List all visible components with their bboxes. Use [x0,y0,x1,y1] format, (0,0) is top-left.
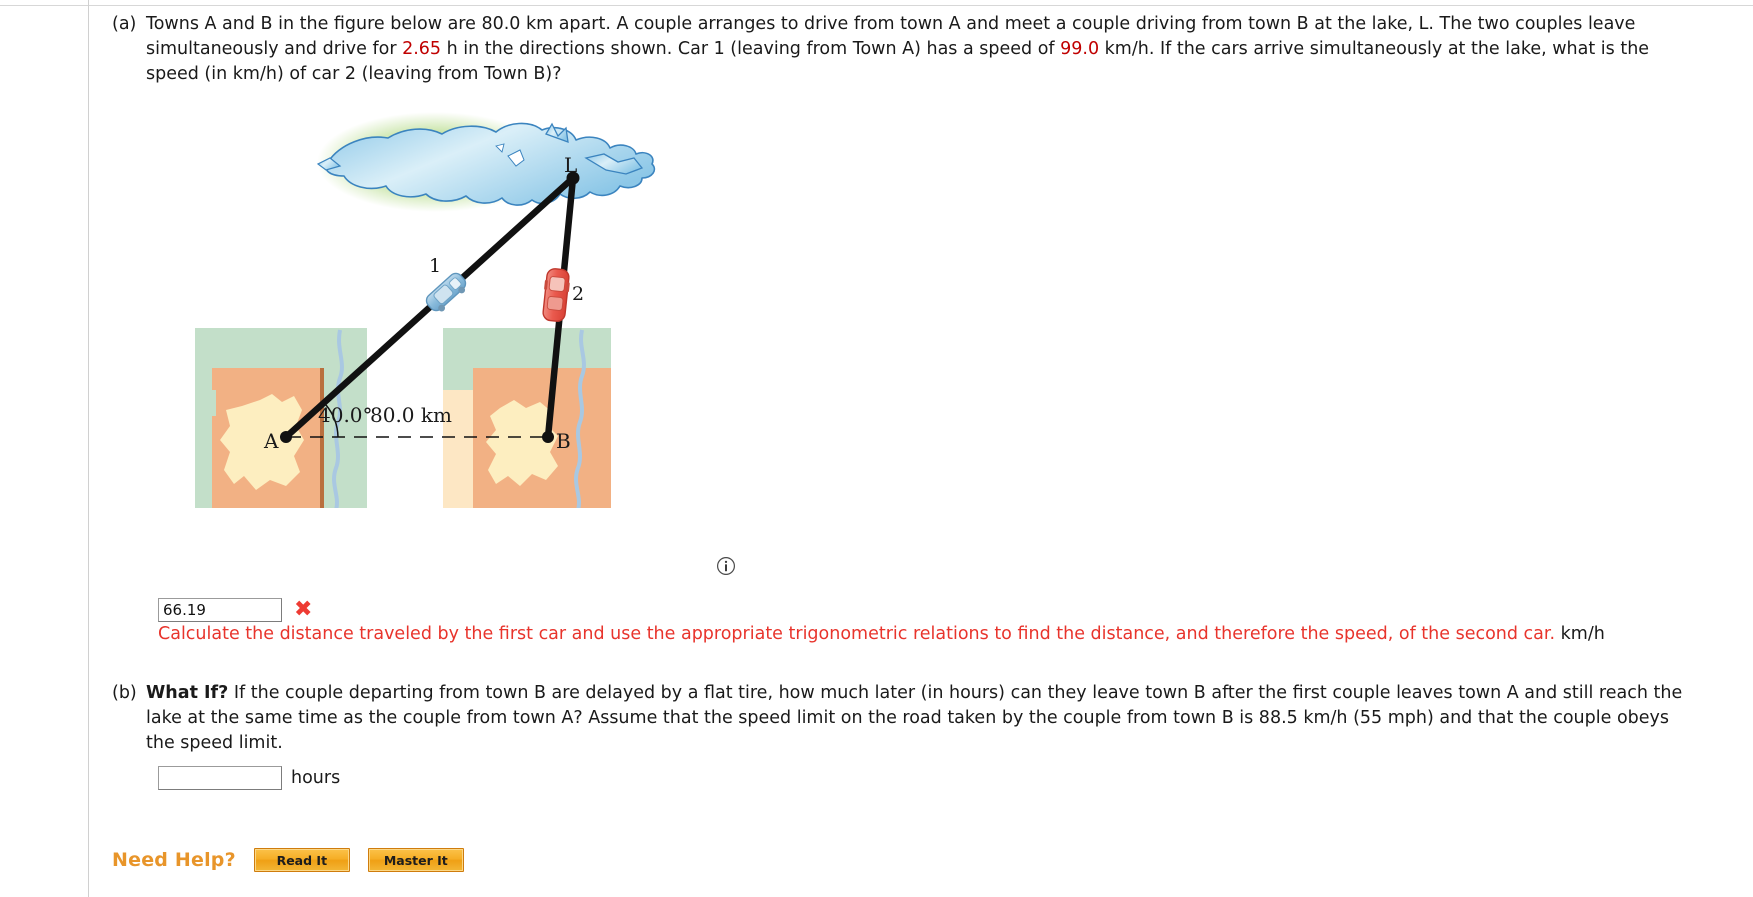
part-a-label: (a) [112,14,137,34]
node-a [280,431,292,443]
part-a-feedback-unit: km/h [1560,624,1605,644]
question-part-b: (b) What If? If the couple departing fro… [100,681,1700,756]
part-b-answer-input[interactable] [158,766,282,790]
label-distance: 80.0 km [370,403,452,427]
part-a-text-segment-2: h in the directions shown. Car 1 (leavin… [441,39,1061,59]
label-town-b: B [556,429,571,453]
node-b [542,431,554,443]
label-town-a: A [263,429,279,453]
car-2-graphic [542,268,570,322]
read-it-button[interactable]: Read It [253,848,350,872]
incorrect-mark-icon: ✖ [294,597,313,622]
need-help-label: Need Help? [112,849,236,871]
part-b-label: (b) [112,683,137,703]
part-a-answer-row: ✖ [158,598,312,622]
part-a-time-value: 2.65 [402,39,442,59]
part-a-feedback: Calculate the distance traveled by the f… [158,622,1718,647]
part-a-text: Towns A and B in the figure below are 80… [146,12,1691,87]
problem-figure: A B L 1 2 40.0° 80.0 km [190,100,690,520]
part-b-answer-row: hours [158,766,340,790]
label-car-2: 2 [572,283,584,305]
info-icon[interactable] [716,556,736,576]
left-divider [88,0,89,897]
part-b-whatif-tag: What If? [146,683,229,703]
problem-page: (a) Towns A and B in the figure below ar… [0,0,1753,897]
top-divider [0,5,1753,6]
part-a-feedback-text: Calculate the distance traveled by the f… [158,624,1556,644]
part-b-text: What If? If the couple departing from to… [146,681,1691,756]
part-a-answer-input[interactable] [158,598,282,622]
part-b-unit-label: hours [291,768,341,788]
label-lake: L [564,153,577,177]
label-car-1: 1 [429,255,441,277]
need-help-row: Need Help? Read It Master It [112,848,464,872]
question-part-a: (a) Towns A and B in the figure below ar… [100,12,1700,87]
part-b-body-text: If the couple departing from town B are … [146,683,1683,753]
part-a-speed-value: 99.0 [1060,39,1100,59]
master-it-button[interactable]: Master It [367,848,464,872]
label-angle: 40.0° [318,403,373,427]
lake-graphic [316,112,656,212]
map-panel-b [443,328,611,508]
